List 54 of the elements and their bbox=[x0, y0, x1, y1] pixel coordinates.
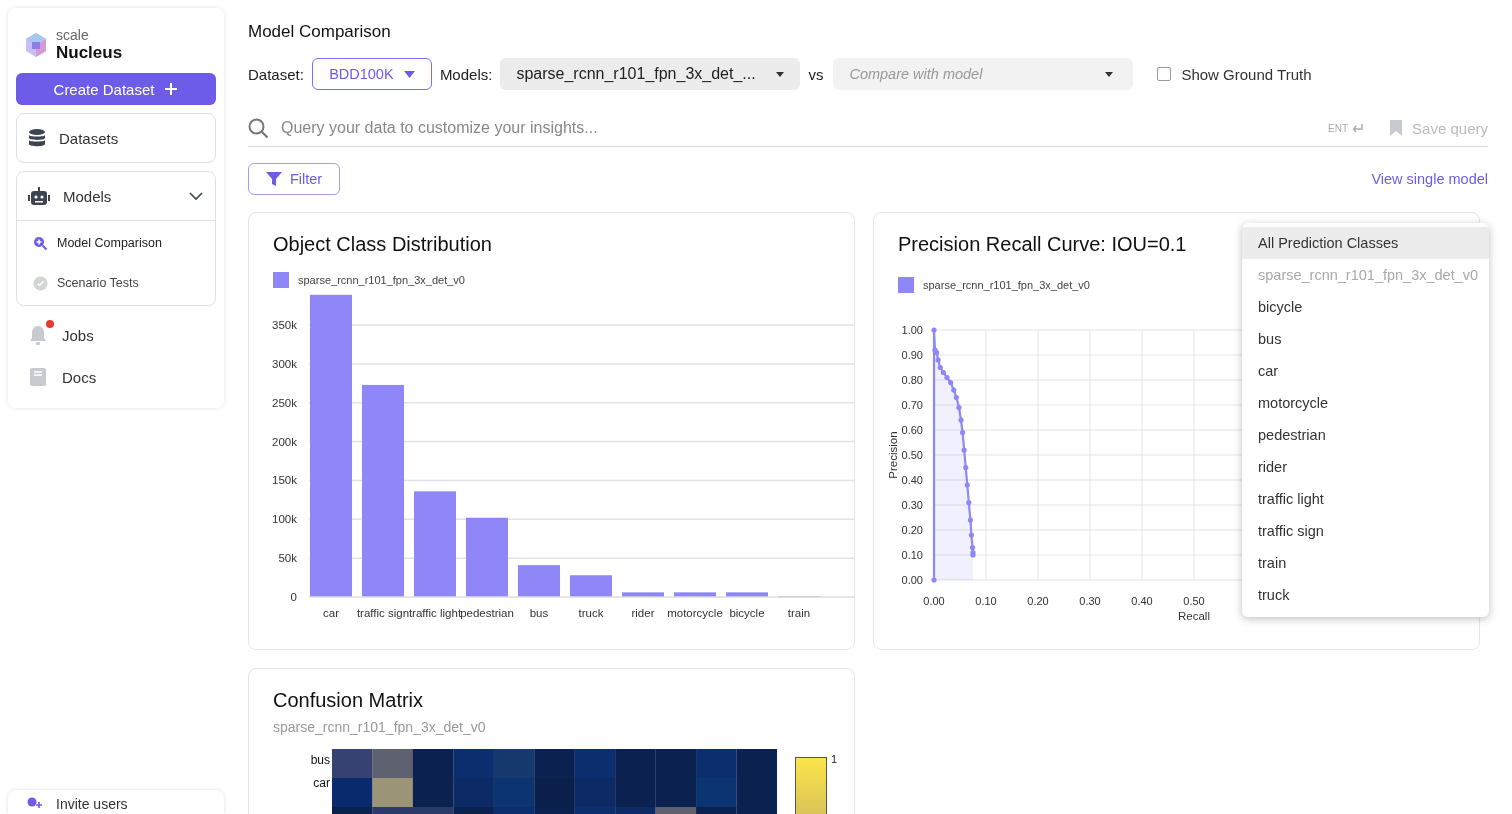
axis-title: Recall bbox=[1178, 610, 1210, 622]
axis-category-label: bicycle bbox=[729, 607, 765, 619]
page-title: Model Comparison bbox=[248, 22, 392, 42]
axis-tick-label: 0.20 bbox=[901, 524, 923, 536]
axis-tick-label: 0.00 bbox=[901, 574, 923, 586]
legend-label: sparse_rcnn_r101_fpn_3x_det_v0 bbox=[298, 274, 465, 286]
axis-tick-label: 1.00 bbox=[901, 324, 923, 336]
axis-tick-label: 300k bbox=[272, 357, 297, 370]
axis-tick-label: 250k bbox=[272, 396, 297, 409]
axis-category-label: car bbox=[323, 607, 339, 619]
axis-category-label: train bbox=[787, 607, 811, 619]
axis-tick-label: 0.90 bbox=[901, 349, 923, 361]
axis-tick-label: 0.00 bbox=[923, 595, 945, 607]
axis-tick-label: 0.70 bbox=[901, 399, 923, 411]
axis-tick-label: 0.20 bbox=[1027, 595, 1049, 607]
row-label: car bbox=[313, 775, 330, 792]
axis-category-label: motorcycle bbox=[667, 607, 723, 619]
axis-category-label: truck bbox=[578, 607, 604, 619]
ground-truth-label: Show Ground Truth bbox=[1181, 65, 1312, 83]
chart-title: Object Class Distribution bbox=[273, 232, 492, 257]
axis-tick-label: 0.50 bbox=[901, 449, 923, 461]
chart-title: Precision Recall Curve: IOU=0.1 bbox=[898, 232, 1187, 257]
axis-tick-label: 0.80 bbox=[901, 374, 923, 386]
chart-subtitle: sparse_rcnn_r101_fpn_3x_det_v0 bbox=[273, 719, 487, 735]
chart-title: Confusion Matrix bbox=[273, 688, 424, 713]
axis-tick-label: 350k bbox=[272, 319, 297, 332]
axis-category-label: bus bbox=[529, 607, 549, 619]
axis-category-label: traffic sign bbox=[356, 607, 410, 619]
dataset-label: Dataset: bbox=[248, 65, 304, 83]
axis-tick-label: 0.10 bbox=[975, 595, 997, 607]
vs-label: vs bbox=[808, 65, 824, 83]
axis-tick-label: 150k bbox=[272, 474, 297, 487]
axis-tick-label: 100k bbox=[272, 513, 297, 526]
product-name: Nucleus bbox=[56, 44, 123, 61]
axis-tick-label: 0.40 bbox=[901, 474, 923, 486]
axis-tick-label: 0.30 bbox=[901, 499, 923, 511]
axis-tick-label: 200k bbox=[272, 435, 297, 448]
axis-tick-label: 0.30 bbox=[1079, 595, 1101, 607]
axis-tick-label: 50k bbox=[278, 552, 297, 565]
axis-tick-label: 0.50 bbox=[1183, 595, 1205, 607]
axis-tick-label: 0.10 bbox=[901, 549, 923, 561]
axis-category-label: rider bbox=[631, 607, 655, 619]
legend-label: sparse_rcnn_r101_fpn_3x_det_v0 bbox=[923, 279, 1090, 291]
axis-tick-label: 0.60 bbox=[901, 424, 923, 436]
models-label: Models: bbox=[439, 65, 493, 83]
axis-title: Precision bbox=[887, 431, 899, 479]
axis-tick-label: 0.40 bbox=[1131, 595, 1153, 607]
axis-tick-label: 0 bbox=[290, 591, 297, 603]
enter-hint: ENT bbox=[1328, 122, 1349, 134]
axis-category-label: traffic light bbox=[408, 607, 462, 619]
axis-category-label: pedestrian bbox=[460, 607, 514, 619]
company-name: scale bbox=[56, 28, 90, 42]
row-label: bus bbox=[310, 752, 330, 769]
colorbar-label: 1 bbox=[831, 753, 838, 765]
